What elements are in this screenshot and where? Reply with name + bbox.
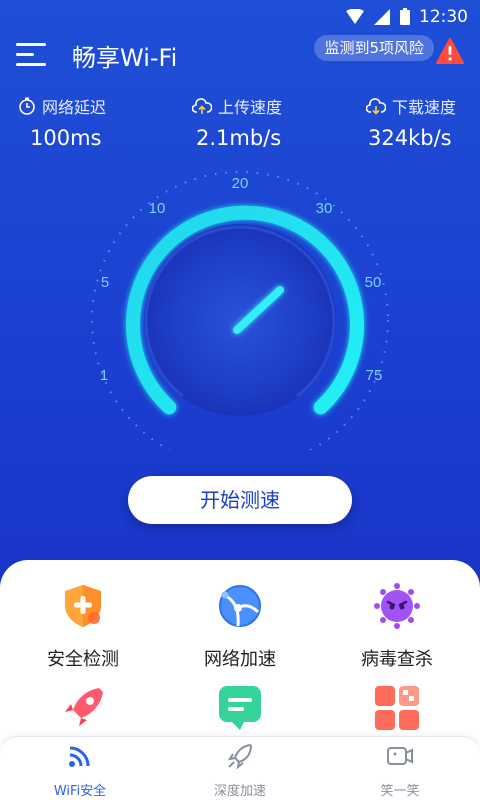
gauge-label: 5 bbox=[101, 274, 109, 291]
wifi-status-icon bbox=[346, 8, 364, 24]
cloud-download-icon bbox=[366, 98, 386, 115]
stat-upload: 上传速度 2.1mb/s bbox=[192, 94, 282, 150]
tab-label: WiFi安全 bbox=[53, 784, 107, 799]
feature-label: 网络加速 bbox=[204, 649, 276, 670]
rocket-outline-icon bbox=[227, 743, 253, 770]
latency-label: 网络延迟 bbox=[42, 98, 107, 117]
feature-apps[interactable] bbox=[317, 684, 477, 737]
gauge-label: 30 bbox=[316, 200, 333, 217]
feature-rocket[interactable] bbox=[3, 684, 163, 737]
upload-label: 上传速度 bbox=[218, 98, 283, 117]
speed-gauge: 1 5 10 20 30 50 75 bbox=[91, 171, 389, 450]
message-icon bbox=[219, 686, 261, 730]
bottom-tab-bar: WiFi安全 深度加速 笑一笑 bbox=[0, 736, 480, 800]
gauge-label: 1 bbox=[100, 367, 108, 384]
virus-icon bbox=[374, 583, 420, 629]
gauge-label: 10 bbox=[149, 200, 166, 217]
download-label: 下载速度 bbox=[392, 98, 457, 117]
menu-icon bbox=[16, 43, 46, 46]
warning-icon[interactable] bbox=[436, 38, 464, 64]
stat-latency: 网络延迟 100ms bbox=[18, 94, 106, 150]
stat-download: 下载速度 324kb/s bbox=[366, 94, 456, 150]
start-speed-test-button[interactable]: 开始测速 bbox=[128, 476, 352, 524]
latency-value: 100ms bbox=[30, 126, 102, 150]
wifi-signal-icon bbox=[69, 746, 90, 767]
tab-laugh[interactable]: 笑一笑 bbox=[320, 741, 480, 799]
gauge-label: 75 bbox=[366, 367, 383, 384]
tab-label: 深度加速 bbox=[213, 784, 266, 799]
feature-virus-scan[interactable]: 病毒查杀 bbox=[317, 582, 477, 671]
status-bar: 12:30 bbox=[0, 0, 480, 32]
feature-message[interactable] bbox=[160, 684, 320, 737]
cloud-upload-icon bbox=[192, 98, 212, 114]
feature-network-boost[interactable]: 网络加速 bbox=[160, 582, 320, 671]
shield-plus-icon bbox=[65, 585, 101, 627]
rocket-icon bbox=[65, 688, 103, 726]
cell-signal-icon bbox=[374, 8, 390, 25]
app-title: 畅享Wi-Fi bbox=[72, 44, 178, 72]
download-value: 324kb/s bbox=[368, 126, 452, 150]
video-icon bbox=[387, 747, 413, 765]
clock-icon bbox=[19, 97, 35, 115]
header: 畅享Wi-Fi 监测到5项风险 bbox=[0, 32, 480, 76]
feature-security-check[interactable]: 安全检测 bbox=[3, 582, 163, 671]
status-time: 12:30 bbox=[419, 7, 468, 27]
battery-icon bbox=[400, 8, 410, 25]
menu-button[interactable] bbox=[16, 38, 48, 70]
feature-label: 安全检测 bbox=[47, 649, 119, 670]
status-icons bbox=[346, 8, 410, 25]
gauge-label: 20 bbox=[232, 175, 249, 192]
network-stats: 网络延迟 100ms 上传速度 2.1mb/s 下载速度 324kb/s bbox=[0, 94, 480, 154]
tab-deep-boost[interactable]: 深度加速 bbox=[160, 741, 320, 799]
grid-apps-icon bbox=[375, 686, 419, 730]
upload-value: 2.1mb/s bbox=[196, 126, 282, 150]
feature-label: 病毒查杀 bbox=[361, 649, 433, 670]
tab-label: 笑一笑 bbox=[380, 784, 420, 799]
tab-wifi-security[interactable]: WiFi安全 bbox=[0, 741, 160, 799]
gauge-label: 50 bbox=[365, 274, 382, 291]
globe-network-icon bbox=[219, 585, 261, 627]
risk-badge[interactable]: 监测到5项风险 bbox=[314, 35, 434, 61]
